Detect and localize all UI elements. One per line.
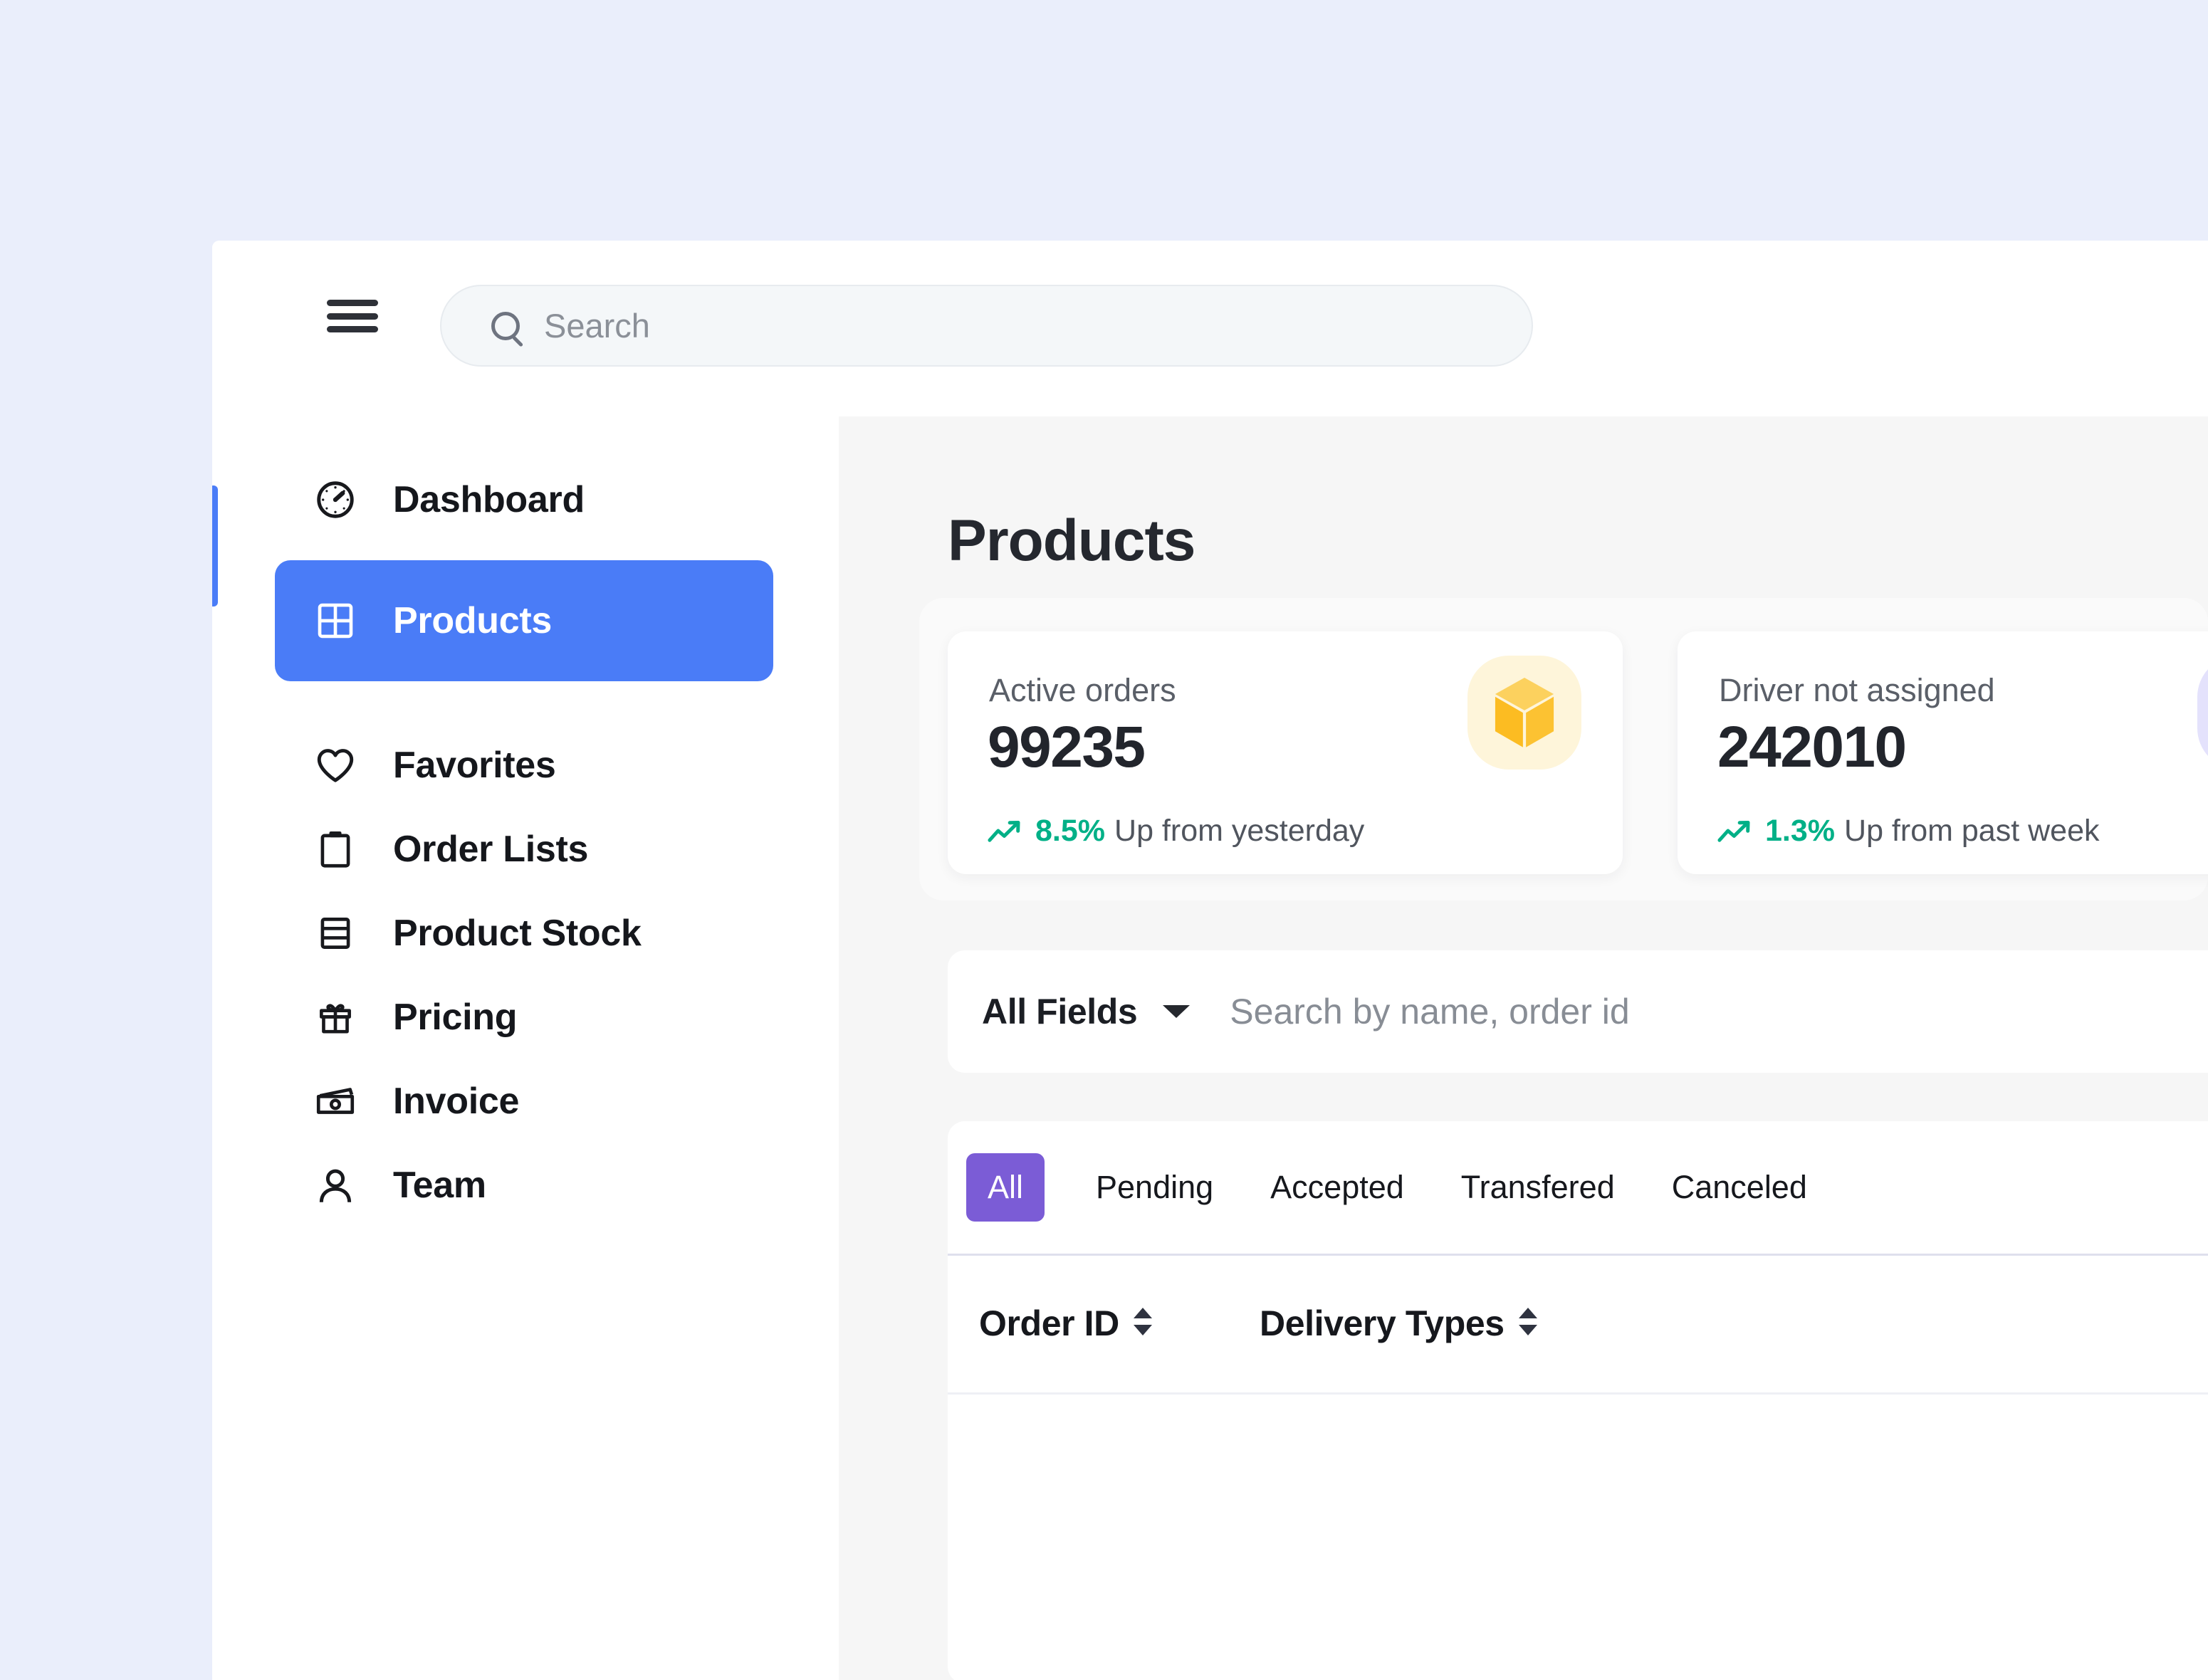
stat-trend-pct: 8.5% <box>1035 814 1106 848</box>
stat-value: 99235 <box>988 715 1146 779</box>
box-icon-glyph <box>1495 677 1554 747</box>
sidebar-item-team[interactable]: Team <box>275 1125 773 1246</box>
rows-icon <box>313 911 357 955</box>
sidebar-item-label: Favorites <box>393 745 556 786</box>
hamburger-icon[interactable] <box>325 294 380 338</box>
page-title: Products <box>948 508 1195 573</box>
tab-all[interactable]: All <box>966 1153 1045 1222</box>
main-content: Products Active orders 99235 8.5% Up fro… <box>839 416 2208 1680</box>
user-icon <box>2197 656 2208 770</box>
sidebar-item-label: Dashboard <box>393 479 585 520</box>
stat-value: 242010 <box>1717 715 1907 779</box>
all-fields-label: All Fields <box>982 992 1138 1031</box>
trend-up-icon <box>1717 820 1750 842</box>
status-tabs: All Pending Accepted Transfered Canceled <box>948 1121 2208 1254</box>
banknote-icon <box>313 1079 357 1123</box>
gift-icon <box>313 995 357 1039</box>
sidebar-item-label: Products <box>393 600 552 641</box>
sidebar-item-label: Product Stock <box>393 913 642 954</box>
stat-card-active-orders: Active orders 99235 8.5% Up from yesterd… <box>948 631 1623 874</box>
sidebar-item-label: Order Lists <box>393 829 589 870</box>
person-icon <box>313 1163 357 1207</box>
stat-trend: 1.3% Up from past week <box>1717 814 2099 849</box>
tab-canceled[interactable]: Canceled <box>1643 1169 1836 1206</box>
sidebar-item-label: Invoice <box>393 1081 520 1122</box>
column-header-label: Delivery Types <box>1260 1303 1505 1343</box>
trend-up-icon <box>988 820 1020 842</box>
sidebar-item-label: Team <box>393 1165 486 1206</box>
stat-trend-text: Up from past week <box>1844 814 2100 848</box>
sidebar-item-products[interactable]: Products <box>275 560 773 681</box>
all-fields-dropdown[interactable]: All Fields <box>982 991 1191 1032</box>
sort-chevrons-icon[interactable] <box>1133 1307 1152 1340</box>
top-bar <box>212 241 2208 416</box>
clipboard-icon <box>313 827 357 871</box>
column-header-label: Order ID <box>979 1303 1119 1343</box>
table-header-row: Order ID Delivery Types <box>948 1256 2208 1391</box>
hamburger-bar <box>327 326 378 332</box>
column-header-delivery-types[interactable]: Delivery Types <box>1260 1303 1537 1344</box>
grid-icon <box>313 599 357 643</box>
tab-accepted[interactable]: Accepted <box>1242 1169 1433 1206</box>
gauge-icon <box>313 478 357 522</box>
stat-label: Active orders <box>989 672 1176 708</box>
stat-trend: 8.5% Up from yesterday <box>988 814 1364 849</box>
sidebar: Dashboard Products Favorites Order Lists… <box>212 416 839 1680</box>
sidebar-active-accent-bar <box>212 485 218 607</box>
global-search-input[interactable] <box>544 300 1398 351</box>
app-window: Dashboard Products Favorites <box>212 241 2208 1680</box>
column-header-order-id[interactable]: Order ID <box>979 1303 1152 1344</box>
global-search-box[interactable] <box>440 285 1533 367</box>
stat-label: Driver not assigned <box>1719 672 1995 708</box>
sidebar-item-dashboard[interactable]: Dashboard <box>275 439 773 560</box>
sidebar-item-label: Pricing <box>393 997 518 1038</box>
hamburger-bar <box>327 300 378 306</box>
tab-transfered[interactable]: Transfered <box>1433 1169 1643 1206</box>
table-header-divider <box>948 1392 2208 1395</box>
stat-trend-pct: 1.3% <box>1765 814 1836 848</box>
box-icon <box>1467 656 1581 770</box>
caret-down-icon <box>1163 1005 1191 1018</box>
heart-icon <box>313 743 357 787</box>
hamburger-bar <box>327 313 378 320</box>
stat-trend-text: Up from yesterday <box>1114 814 1365 848</box>
field-search-input[interactable] <box>1230 987 2014 1036</box>
filter-search-card: All Fields <box>948 950 2208 1073</box>
tab-pending[interactable]: Pending <box>1067 1169 1242 1206</box>
sort-chevrons-icon[interactable] <box>1518 1307 1537 1340</box>
stat-card-driver-not-assigned: Driver not assigned 242010 1.3% Up from … <box>1678 631 2208 874</box>
search-icon <box>491 311 520 340</box>
orders-table-card: All Pending Accepted Transfered Canceled… <box>948 1121 2208 1680</box>
